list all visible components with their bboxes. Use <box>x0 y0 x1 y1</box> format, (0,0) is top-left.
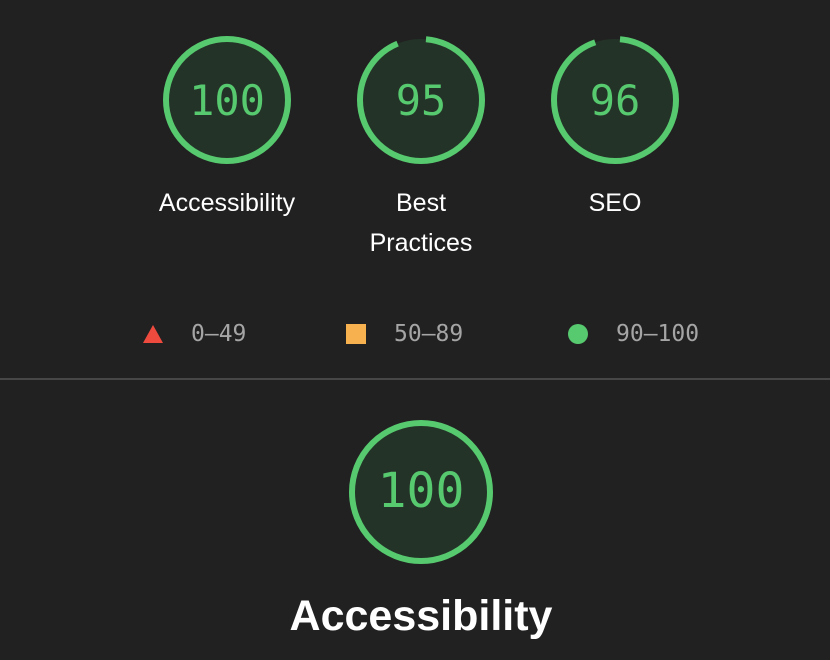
legend-item-pass: 90–100 <box>568 312 699 356</box>
gauge-best-practices[interactable]: 95 Best Practices <box>341 35 501 263</box>
circle-icon <box>568 324 588 344</box>
category-title: Accessibility <box>289 592 553 640</box>
square-icon <box>346 324 366 344</box>
lighthouse-report: 100 Accessibility 95 Best Practices 96 S… <box>0 0 830 660</box>
gauge-accessibility[interactable]: 100 Accessibility <box>147 35 307 223</box>
legend-range: 50–89 <box>394 321 464 347</box>
gauge-score: 96 <box>589 76 641 125</box>
legend-item-fail: 0–49 <box>143 312 246 356</box>
gauge-label: Accessibility <box>158 189 296 217</box>
category-header-gauge: 100 Accessibility <box>290 419 552 641</box>
legend-item-average: 50–89 <box>346 312 463 356</box>
gauge-score: 100 <box>189 76 265 125</box>
gauge-label: SEO <box>588 189 642 217</box>
category-score: 100 <box>377 463 465 519</box>
section-divider <box>0 378 830 380</box>
legend-range: 0–49 <box>191 321 247 347</box>
triangle-icon <box>143 325 163 343</box>
legend-range: 90–100 <box>616 321 700 347</box>
gauge-score: 95 <box>395 76 447 125</box>
gauge-label: Best Practices <box>369 189 473 257</box>
gauge-seo[interactable]: 96 SEO <box>535 35 695 223</box>
